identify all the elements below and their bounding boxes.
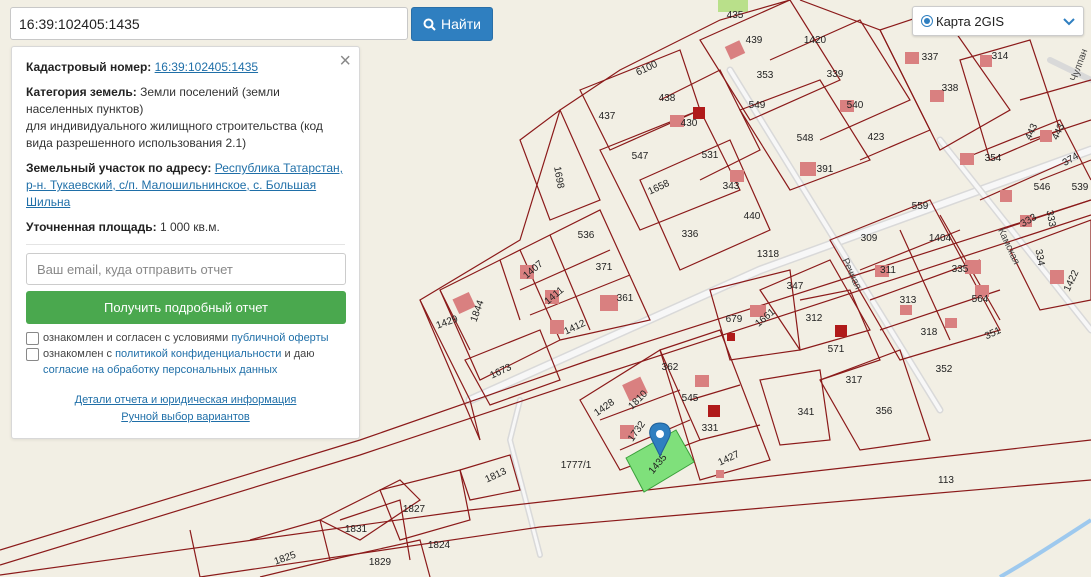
category-row: Категория земель: Земли поселений (земли… <box>26 84 345 152</box>
plot-label: 338 <box>942 83 959 94</box>
plot-label: 548 <box>797 133 814 144</box>
plot-label: 539 <box>1072 182 1089 193</box>
plot-label: 435 <box>727 10 744 21</box>
consent-privacy-row: ознакомлен с политикой конфиденциальност… <box>26 346 345 378</box>
plot-label: 314 <box>992 51 1009 62</box>
plot-label: 318 <box>921 327 938 338</box>
plot-label: 312 <box>806 313 823 324</box>
plot-label: 391 <box>817 164 834 175</box>
plot-label: 571 <box>828 344 845 355</box>
radio-selected-icon <box>921 15 933 27</box>
chevron-down-icon <box>1063 14 1075 29</box>
plot-label: 430 <box>681 118 698 129</box>
email-field[interactable] <box>26 253 346 285</box>
plot-label: 311 <box>880 265 896 276</box>
plot-label: 1777/1 <box>561 460 592 471</box>
plot-info-panel: × Кадастровый номер: 16:39:102405:1435 К… <box>11 46 360 439</box>
plot-label: 341 <box>798 407 815 418</box>
consent-privacy-checkbox[interactable] <box>26 348 39 361</box>
plot-label: 343 <box>723 181 740 192</box>
cadastral-number-link[interactable]: 16:39:102405:1435 <box>155 60 258 74</box>
plot-label: 354 <box>985 153 1002 164</box>
plot-label: 371 <box>596 262 613 273</box>
plot-label: 437 <box>599 111 616 122</box>
plot-label: 1824 <box>428 540 451 551</box>
public-offer-link[interactable]: публичной оферты <box>231 332 328 344</box>
plot-label: 679 <box>726 314 743 325</box>
consent-offer-checkbox[interactable] <box>26 332 39 345</box>
plot-label: 549 <box>749 100 766 111</box>
area-row: Уточненная площадь: 1 000 кв.м. <box>26 219 345 236</box>
consent-and-text: и даю <box>284 348 315 360</box>
cadastral-row: Кадастровый номер: 16:39:102405:1435 <box>26 59 345 76</box>
plot-label: 317 <box>846 375 863 386</box>
plot-label: 438 <box>659 93 676 104</box>
report-details-link[interactable]: Детали отчета и юридическая информация <box>26 392 345 409</box>
plot-label: 423 <box>868 132 885 143</box>
plot-label: 361 <box>617 293 634 304</box>
plot-label: 1404 <box>929 233 952 244</box>
divider <box>26 244 345 245</box>
consent-privacy-text: ознакомлен с <box>43 348 113 360</box>
personal-data-consent-link[interactable]: согласие на обработку персональных данны… <box>43 364 277 376</box>
plot-label: 352 <box>936 364 953 375</box>
plot-label: 1827 <box>403 504 426 515</box>
plot-label: 540 <box>847 100 864 111</box>
privacy-policy-link[interactable]: политикой конфиденциальности <box>115 348 281 360</box>
map-layer-label: Карта 2GIS <box>936 13 1005 29</box>
get-report-button[interactable]: Получить подробный отчет <box>26 291 346 324</box>
map-layer-select[interactable]: Карта 2GIS <box>912 6 1084 36</box>
plot-label: 545 <box>682 393 699 404</box>
plot-label: 531 <box>702 150 719 161</box>
search-input[interactable] <box>10 7 408 40</box>
plot-label: 559 <box>912 201 929 212</box>
plot-label: 337 <box>922 52 939 63</box>
plot-label: 1829 <box>369 557 392 568</box>
plot-label: 546 <box>1034 182 1051 193</box>
plot-label: 336 <box>682 229 699 240</box>
plot-label: 439 <box>746 35 763 46</box>
consent-offer-text: ознакомлен и согласен с условиями <box>43 332 229 344</box>
plot-label: 309 <box>861 233 878 244</box>
search-icon <box>423 18 436 31</box>
bottom-links: Детали отчета и юридическая информация Р… <box>26 392 345 426</box>
close-icon[interactable]: × <box>339 51 351 71</box>
search-button-label: Найти <box>441 16 481 32</box>
address-row: Земельный участок по адресу: Республика … <box>26 160 345 211</box>
plot-label: 347 <box>787 281 804 292</box>
plot-label: 1318 <box>757 249 780 260</box>
plot-label: 440 <box>744 211 761 222</box>
plot-label: 113 <box>938 475 954 486</box>
category-label: Категория земель: <box>26 85 137 99</box>
plot-label: 353 <box>757 70 774 81</box>
plot-label: 335 <box>952 264 969 275</box>
plot-label: 313 <box>900 295 917 306</box>
plot-label: 331 <box>702 423 719 434</box>
plot-label: 1831 <box>345 524 368 535</box>
usage-value: для индивидуального жилищного строительс… <box>26 119 323 150</box>
plot-label: 362 <box>662 362 679 373</box>
search-button[interactable]: Найти <box>411 7 493 41</box>
consent-offer-row: ознакомлен и согласен с условиями публич… <box>26 330 345 346</box>
area-value: 1 000 кв.м. <box>159 220 220 234</box>
plot-label: 536 <box>578 230 595 241</box>
plot-label: 1420 <box>804 35 827 46</box>
plot-label: 339 <box>827 69 844 80</box>
address-label: Земельный участок по адресу: <box>26 161 212 175</box>
plot-label: 564 <box>972 294 989 305</box>
manual-selection-link[interactable]: Ручной выбор вариантов <box>26 409 345 426</box>
plot-label: 356 <box>876 406 893 417</box>
plot-label: 547 <box>632 151 649 162</box>
area-label: Уточненная площадь: <box>26 220 157 234</box>
cadastral-label: Кадастровый номер: <box>26 60 152 74</box>
